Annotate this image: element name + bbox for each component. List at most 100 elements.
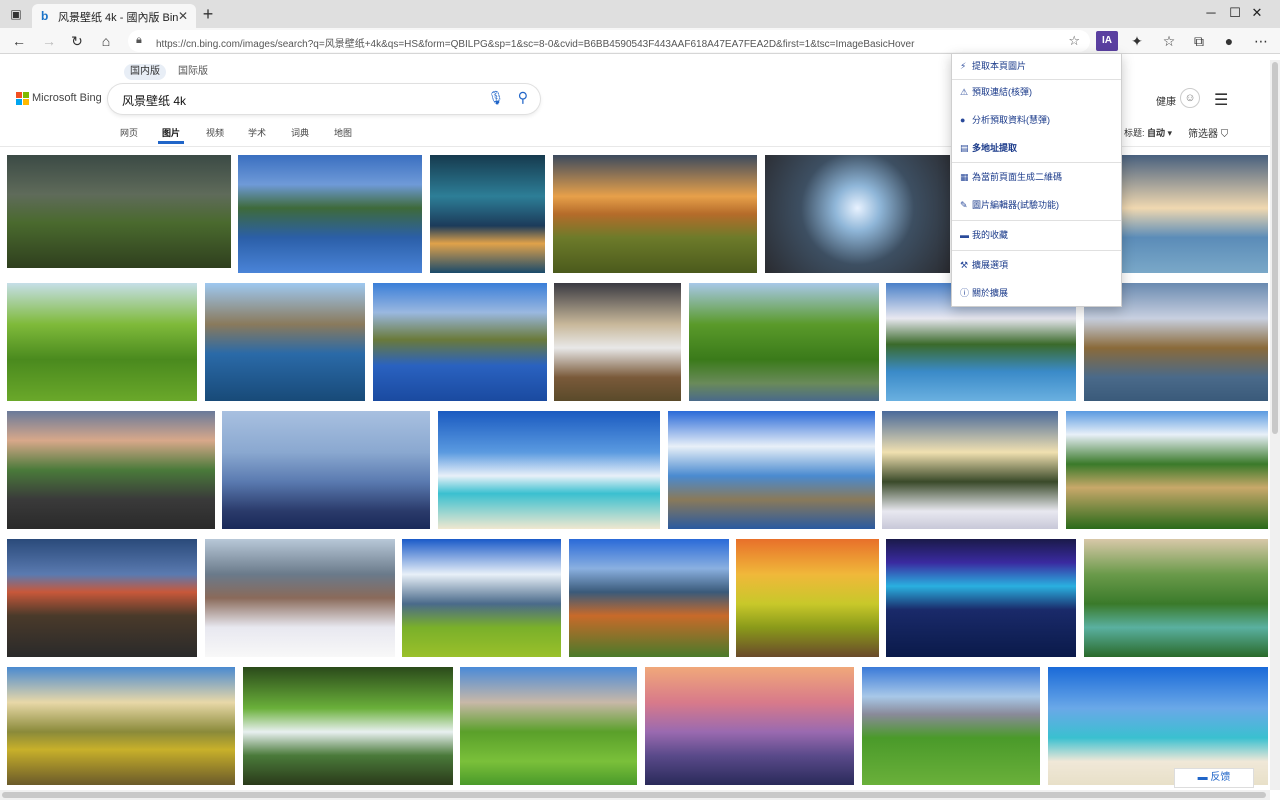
search-box[interactable]: 风景壁纸 4k 🎙︎ ⚲ bbox=[108, 84, 540, 114]
menu-divider bbox=[952, 162, 1121, 163]
image-result[interactable] bbox=[205, 283, 365, 401]
menu-item-extract-images[interactable]: ⚡︎ 提取本頁圖片 bbox=[952, 54, 1121, 78]
profile-icon[interactable]: ● bbox=[1220, 32, 1238, 50]
menu-divider bbox=[952, 250, 1121, 251]
image-result[interactable] bbox=[205, 539, 395, 657]
menu-item-options[interactable]: ⚒︎ 擴展選項 bbox=[952, 253, 1121, 277]
user-avatar-icon[interactable]: ☺ bbox=[1180, 88, 1200, 108]
search-icon[interactable]: ⚲ bbox=[518, 89, 528, 106]
tab-actions-icon[interactable]: ▣ bbox=[8, 6, 24, 22]
tab-title: 风景壁纸 4k - 國內版 Bing images bbox=[58, 12, 178, 24]
image-result[interactable] bbox=[7, 667, 235, 785]
new-tab-button[interactable]: + bbox=[198, 4, 218, 24]
menu-item-label: 預取連結(核彈) bbox=[972, 87, 1032, 97]
menu-item-favorites[interactable]: ▬ 我的收藏 bbox=[952, 223, 1121, 247]
image-result[interactable] bbox=[882, 411, 1058, 529]
back-arrow-icon[interactable]: ← bbox=[10, 32, 28, 50]
image-result[interactable] bbox=[1084, 539, 1268, 657]
image-result[interactable] bbox=[553, 155, 757, 273]
microphone-icon[interactable]: 🎙︎ bbox=[487, 90, 504, 106]
safe-search-control[interactable]: 标题: 自动 ▾ bbox=[1124, 126, 1172, 139]
image-result[interactable] bbox=[689, 283, 879, 401]
image-result[interactable] bbox=[373, 283, 547, 401]
scrollbar-thumb[interactable] bbox=[2, 792, 1266, 798]
logo-square bbox=[23, 99, 29, 105]
image-result[interactable] bbox=[402, 539, 561, 657]
image-assistant-extension-icon[interactable]: IA bbox=[1096, 31, 1118, 51]
bomb-icon: ● bbox=[960, 115, 966, 125]
tab-international[interactable]: 国际版 bbox=[172, 64, 214, 80]
favorite-star-icon[interactable]: ☆ bbox=[1068, 33, 1080, 49]
more-options-icon[interactable]: ⋯ bbox=[1252, 32, 1270, 50]
home-icon[interactable]: ⌂ bbox=[97, 32, 115, 50]
title-bar: ▣ b 风景壁纸 4k - 國內版 Bing images ✕ + ─ ☐ ✕ bbox=[0, 0, 1280, 28]
vertical-tab-academic[interactable]: 学术 bbox=[248, 126, 266, 139]
vertical-scrollbar[interactable] bbox=[1270, 60, 1280, 790]
forward-arrow-icon[interactable]: → bbox=[40, 32, 58, 50]
image-result[interactable] bbox=[222, 411, 430, 529]
image-result[interactable] bbox=[7, 283, 197, 401]
image-result[interactable] bbox=[668, 411, 875, 529]
horizontal-scrollbar[interactable] bbox=[0, 790, 1270, 800]
browser-tab[interactable]: b 风景壁纸 4k - 國內版 Bing images ✕ bbox=[32, 4, 196, 28]
tab-domestic[interactable]: 国内版 bbox=[124, 64, 166, 80]
logo-text: Microsoft Bing bbox=[32, 92, 102, 104]
menu-item-label: 關於擴展 bbox=[972, 288, 1009, 298]
safe-search-label: 标题: bbox=[1124, 128, 1145, 138]
favorites-icon[interactable]: ☆ bbox=[1160, 32, 1178, 50]
search-input[interactable]: 风景壁纸 4k bbox=[122, 92, 186, 109]
menu-item-analyze-prefetch[interactable]: ● 分析預取資料(慧彈) bbox=[952, 108, 1121, 132]
address-bar[interactable]: 🔒︎ https://cn.bing.com/images/search?q=风… bbox=[128, 30, 1090, 52]
sign-in-label[interactable]: 健康 bbox=[1156, 93, 1176, 108]
lock-icon: 🔒︎ bbox=[136, 34, 142, 46]
image-result[interactable] bbox=[569, 539, 729, 657]
image-result[interactable] bbox=[243, 667, 453, 785]
menu-item-qrcode[interactable]: ▦ 為當前頁面生成二維碼 bbox=[952, 165, 1121, 189]
url-text: https://cn.bing.com/images/search?q=风景壁纸… bbox=[156, 39, 915, 50]
feedback-button[interactable]: ▬ 反馈 bbox=[1174, 768, 1254, 788]
collections-icon[interactable]: ⧉ bbox=[1190, 32, 1208, 50]
document-icon: ▤ bbox=[960, 143, 969, 153]
browser-toolbar: ← → ↻ ⌂ 🔒︎ https://cn.bing.com/images/se… bbox=[0, 28, 1280, 54]
image-result[interactable] bbox=[554, 283, 681, 401]
feedback-icon: ▬ bbox=[1197, 772, 1208, 783]
menu-item-label: 多地址提取 bbox=[972, 143, 1018, 153]
image-result[interactable] bbox=[460, 667, 637, 785]
menu-item-about[interactable]: ⓘ 關於擴展 bbox=[952, 281, 1121, 305]
menu-item-label: 分析預取資料(慧彈) bbox=[972, 115, 1050, 125]
image-result[interactable] bbox=[736, 539, 879, 657]
menu-item-multi-address[interactable]: ▤ 多地址提取 bbox=[952, 136, 1121, 160]
active-tab-indicator bbox=[158, 141, 184, 144]
image-result[interactable] bbox=[7, 539, 197, 657]
filter-button[interactable]: 筛选器 ⛉ bbox=[1188, 125, 1228, 140]
warning-icon: ⚠︎ bbox=[960, 87, 969, 97]
vertical-tab-maps[interactable]: 地图 bbox=[334, 126, 352, 139]
extensions-puzzle-icon[interactable]: ✦ bbox=[1128, 32, 1146, 50]
vertical-tab-images[interactable]: 图片 bbox=[162, 126, 180, 139]
image-result[interactable] bbox=[7, 411, 215, 529]
image-result[interactable] bbox=[765, 155, 950, 273]
image-result[interactable] bbox=[1066, 411, 1268, 529]
vertical-tab-dictionary[interactable]: 词典 bbox=[291, 126, 309, 139]
image-result[interactable] bbox=[862, 667, 1040, 785]
menu-divider bbox=[952, 220, 1121, 221]
image-result[interactable] bbox=[645, 667, 854, 785]
logo-square bbox=[16, 92, 22, 98]
menu-item-image-editor[interactable]: ✎ 圖片編輯器(試驗功能) bbox=[952, 193, 1121, 217]
image-result[interactable] bbox=[430, 155, 545, 273]
close-window-button[interactable]: ✕ bbox=[1234, 0, 1280, 28]
image-result[interactable] bbox=[1122, 155, 1268, 273]
bing-favicon-icon: b bbox=[41, 9, 49, 23]
vertical-tab-web[interactable]: 网页 bbox=[120, 126, 138, 139]
image-result[interactable] bbox=[438, 411, 660, 529]
menu-item-label: 圖片編輯器(試驗功能) bbox=[972, 200, 1059, 210]
image-result[interactable] bbox=[238, 155, 422, 273]
hamburger-menu-icon[interactable]: ☰ bbox=[1214, 90, 1228, 110]
refresh-icon[interactable]: ↻ bbox=[68, 32, 86, 50]
scrollbar-thumb[interactable] bbox=[1272, 62, 1278, 434]
close-tab-icon[interactable]: ✕ bbox=[178, 9, 188, 23]
image-result[interactable] bbox=[7, 155, 231, 268]
vertical-tab-videos[interactable]: 视频 bbox=[206, 126, 224, 139]
image-result[interactable] bbox=[886, 539, 1076, 657]
menu-item-prefetch-links[interactable]: ⚠︎ 預取連結(核彈) bbox=[952, 80, 1121, 104]
